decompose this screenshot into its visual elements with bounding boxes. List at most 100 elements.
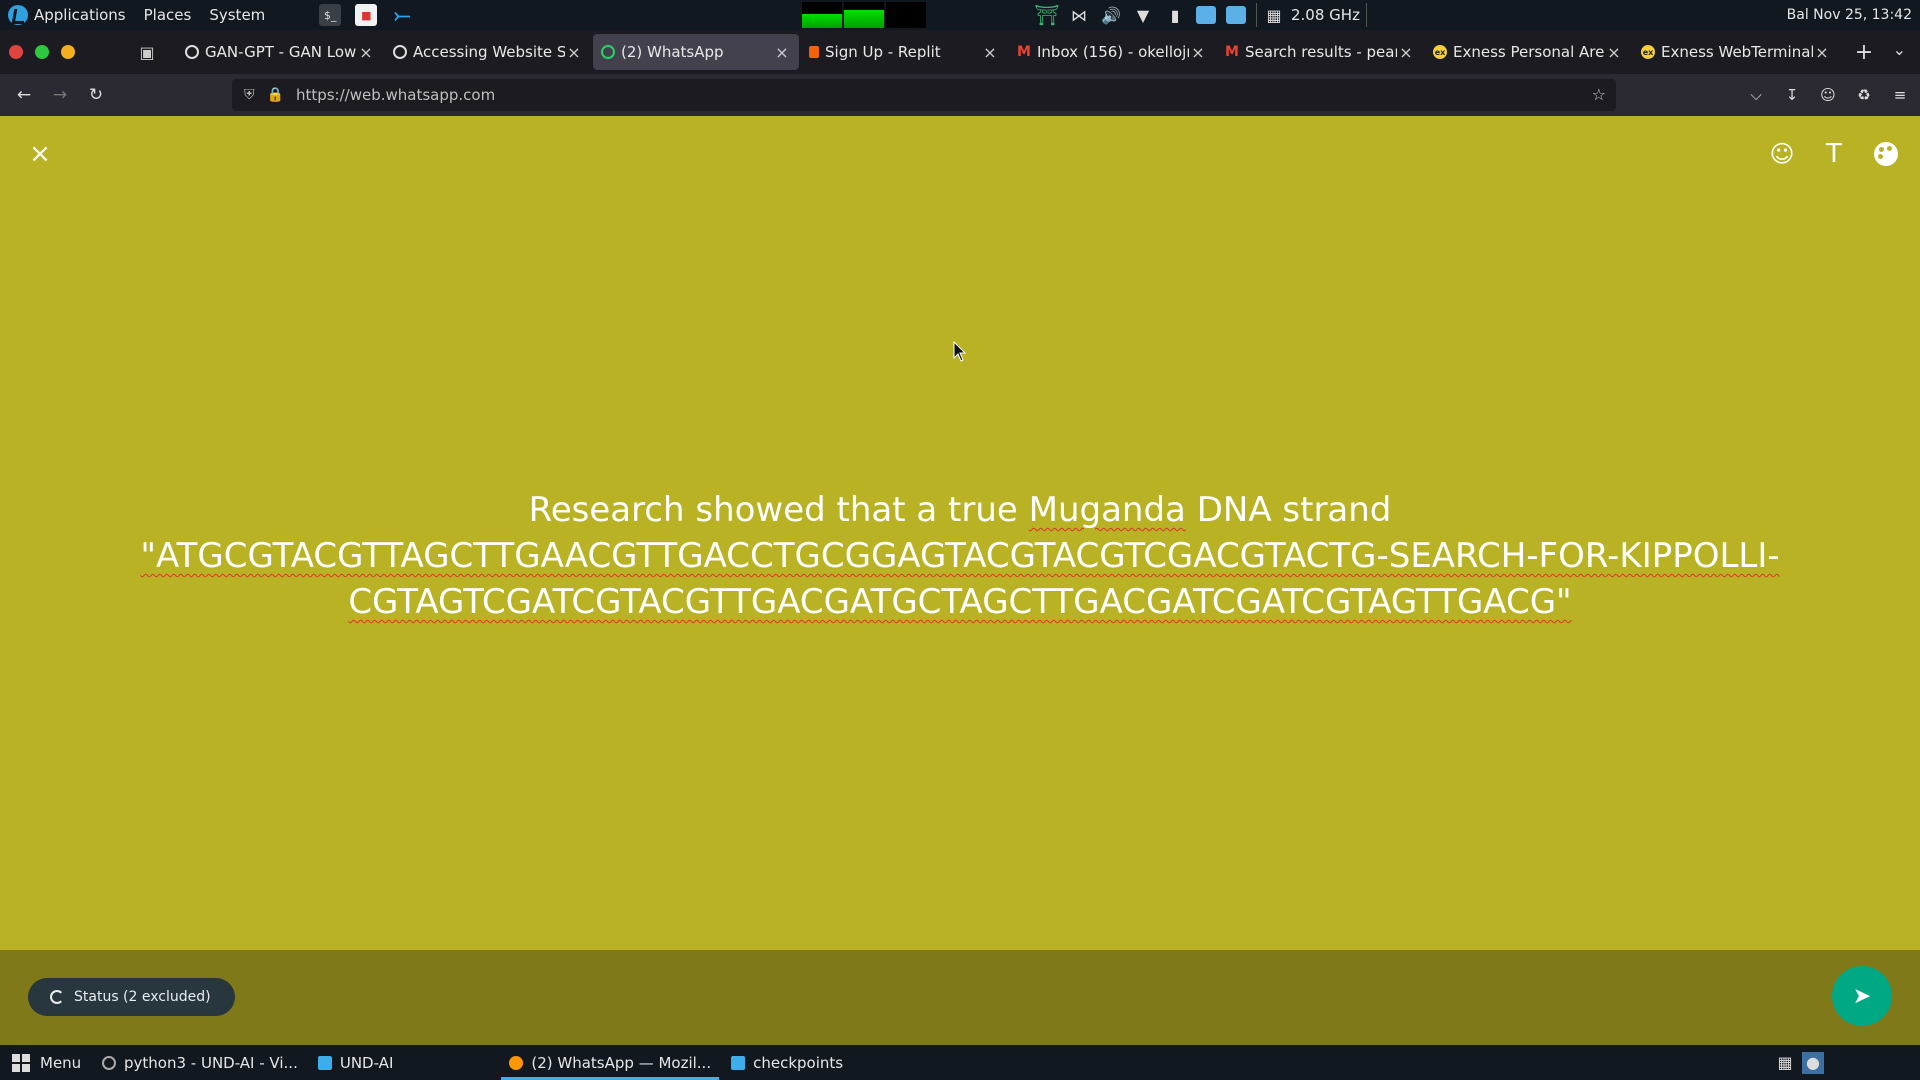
font-style-icon[interactable]: T [1820, 139, 1848, 169]
tab-title: Search results - pearl [1245, 43, 1397, 61]
folder-icon [731, 1055, 746, 1070]
tab-whatsapp[interactable]: (2) WhatsApp × [593, 34, 799, 70]
close-icon[interactable]: × [1189, 43, 1207, 62]
status-privacy-button[interactable]: Status (2 excluded) [28, 978, 235, 1016]
network-graph [886, 2, 926, 28]
clock[interactable]: Bal Nov 25, 13:42 [1787, 0, 1912, 30]
tracking-protection-icon[interactable]: ⛨ [244, 87, 255, 103]
system-menu-label: System [209, 6, 266, 24]
taskbar-item-firefox[interactable]: (2) WhatsApp — Mozil... [501, 1045, 719, 1080]
wifi-icon[interactable]: ▼ [1132, 4, 1154, 26]
applications-menu[interactable]: Applications [8, 5, 126, 25]
bluetooth-icon[interactable]: ⋈ [1068, 4, 1090, 26]
browser-tab-strip: ▣ GAN-GPT - GAN Low- × Accessing Website… [0, 30, 1920, 74]
status-ring-icon [50, 990, 64, 1004]
tab-title: Exness Personal Area [1453, 43, 1605, 61]
account-icon[interactable]: ☺ [1814, 80, 1842, 110]
start-grid-icon [12, 1053, 30, 1072]
send-icon: ➤ [1852, 983, 1872, 1009]
window-minimize-button[interactable] [61, 45, 75, 59]
hamburger-menu-icon[interactable]: ≡ [1886, 80, 1914, 110]
tab-title: Accessing Website Se [413, 43, 565, 61]
taskbar-item-und-ai-folder[interactable]: UND-AI [310, 1045, 402, 1080]
openai-icon [185, 45, 199, 59]
pocket-icon[interactable]: ⌵ [1742, 80, 1770, 110]
toolbar-right: ⌵ ↧ ☺ ♻ ≡ [1742, 80, 1914, 110]
downloads-icon[interactable]: ↧ [1778, 80, 1806, 110]
start-menu-button[interactable]: Menu [0, 1053, 94, 1072]
tab-gan-gpt[interactable]: GAN-GPT - GAN Low- × [177, 34, 383, 70]
screenshot-icon[interactable]: ▦ [1774, 1052, 1796, 1074]
battery-icon[interactable]: ▮ [1164, 4, 1186, 26]
url-bar[interactable]: ⛨ 🔒 https://web.whatsapp.com ☆ [232, 79, 1616, 111]
tab-replit[interactable]: Sign Up - Replit × [801, 34, 1007, 70]
system-panel: Applications Places System $_ ■ ⤚ ⛩ ⋈ 🔊 … [0, 0, 1920, 30]
url-text[interactable]: https://web.whatsapp.com [296, 86, 495, 104]
notes-icon[interactable] [1196, 6, 1216, 24]
list-all-tabs-icon[interactable]: ⌄ [1893, 40, 1906, 59]
cpu-frequency-value: 2.08 GHz [1291, 6, 1360, 24]
status-privacy-label: Status (2 excluded) [74, 989, 211, 1005]
new-tab-button[interactable]: + [1849, 40, 1879, 65]
places-menu[interactable]: Places [144, 6, 192, 24]
tab-title: (2) WhatsApp [621, 43, 724, 61]
tab-gmail-search[interactable]: M Search results - pearl × [1217, 34, 1423, 70]
reload-button[interactable]: ↻ [78, 80, 114, 110]
color-palette-icon[interactable] [1872, 140, 1900, 168]
document-viewer-icon[interactable]: ■ [355, 4, 378, 26]
terminal-icon[interactable]: $_ [319, 4, 342, 26]
tab-exness-personal[interactable]: ex Exness Personal Area × [1425, 34, 1631, 70]
vscode-icon[interactable]: ⤚ [391, 3, 413, 27]
tab-exness-terminal[interactable]: ex Exness WebTerminal × [1633, 34, 1839, 70]
cpu-frequency[interactable]: ▦ 2.08 GHz [1256, 3, 1367, 27]
tab-accessing-website[interactable]: Accessing Website Se × [385, 34, 591, 70]
status-line-2: "ATGCGTACGTTAGCTTGAACGTTGACCTGCGGAGTACGT… [120, 533, 1800, 579]
status-line-3: CGTAGTCGATCGTACGTTGACGATGCTAGCTTGACGATCG… [120, 579, 1800, 625]
status-text-segment: Research showed that a true [528, 490, 1029, 530]
close-icon[interactable]: × [357, 43, 375, 62]
close-icon[interactable]: × [565, 43, 583, 62]
system-menu[interactable]: System [209, 6, 265, 24]
volume-icon[interactable]: 🔊 [1100, 4, 1122, 26]
taskbar-item-label: python3 - UND-AI - Vi... [124, 1053, 298, 1072]
taskbar-item-vscode[interactable]: python3 - UND-AI - Vi... [94, 1045, 306, 1080]
tab-gmail-inbox[interactable]: M Inbox (156) - okellojm × [1009, 34, 1215, 70]
send-button[interactable]: ➤ [1832, 966, 1892, 1026]
extensions-icon[interactable]: ♻ [1850, 80, 1878, 110]
vscode-icon [102, 1055, 116, 1070]
replit-icon [809, 46, 819, 58]
openai-icon [393, 45, 407, 59]
back-button[interactable]: ← [6, 80, 42, 110]
exness-icon: ex [1433, 45, 1447, 59]
folder-icon [317, 1055, 332, 1070]
close-icon[interactable]: × [773, 43, 791, 62]
taskbar-item-label: (2) WhatsApp — Mozil... [531, 1053, 712, 1072]
dna-sequence-part-2: CGTAGTCGATCGTACGTTGACGATGCTAGCTTGACGATCG… [348, 582, 1572, 622]
display-icon[interactable] [1226, 6, 1246, 24]
window-maximize-button[interactable] [35, 45, 49, 59]
whatsapp-icon [601, 45, 615, 59]
cpu-chip-icon: ▦ [1266, 5, 1282, 25]
lock-icon[interactable]: 🔒 [267, 87, 284, 103]
forward-button[interactable]: → [42, 80, 78, 110]
memory-graph [844, 2, 884, 28]
taskbar-item-checkpoints-folder[interactable]: checkpoints [723, 1045, 851, 1080]
close-icon[interactable]: × [981, 43, 999, 62]
close-icon[interactable]: × [1813, 43, 1831, 62]
tab-overview-icon[interactable]: ▣ [135, 40, 159, 64]
close-icon[interactable]: × [28, 141, 52, 167]
active-window-indicator-icon[interactable]: ● [1802, 1051, 1824, 1074]
close-icon[interactable]: × [1397, 43, 1415, 62]
places-menu-label: Places [143, 6, 192, 24]
bookmark-star-icon[interactable]: ☆ [1592, 85, 1606, 104]
emoji-icon[interactable]: ☺ [1768, 140, 1796, 168]
close-icon[interactable]: × [1605, 43, 1623, 62]
status-text-segment: DNA strand [1185, 490, 1392, 530]
status-text[interactable]: Research showed that a true Muganda DNA … [120, 487, 1800, 625]
vpn-shield-icon[interactable]: ⛩ [1034, 3, 1059, 27]
taskbar: Menu python3 - UND-AI - Vi... UND-AI (2)… [0, 1045, 1920, 1080]
system-monitor[interactable] [802, 2, 926, 28]
taskbar-tray: ▦ ● [1774, 1045, 1920, 1080]
exness-icon: ex [1641, 45, 1655, 59]
window-close-button[interactable] [9, 45, 23, 59]
